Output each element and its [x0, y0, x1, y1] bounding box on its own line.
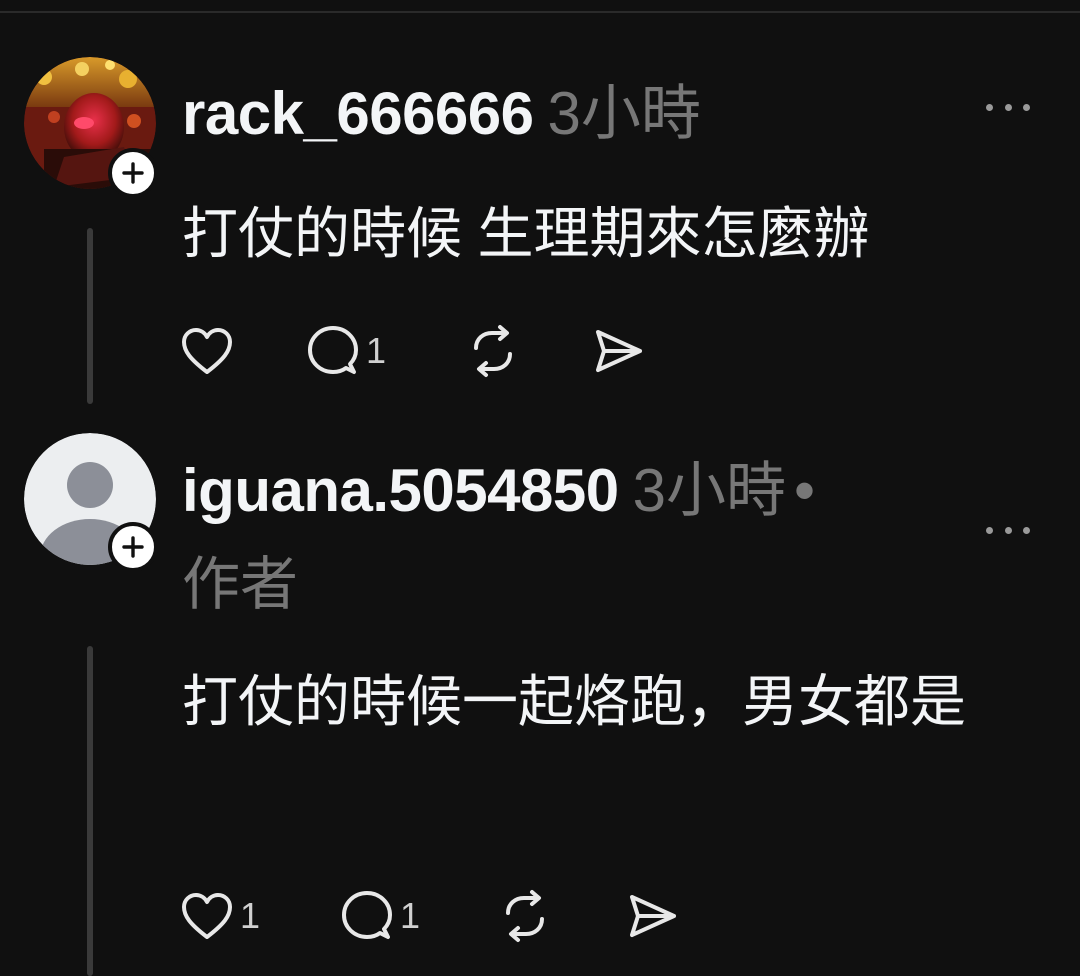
repost-icon [506, 890, 544, 942]
like-count: 1 [240, 895, 261, 936]
avatar-container[interactable] [24, 433, 158, 572]
more-options-button[interactable] [986, 520, 1030, 540]
send-icon [630, 895, 676, 937]
send-icon [596, 330, 642, 372]
share-button[interactable] [592, 323, 646, 379]
thread-line [87, 228, 93, 404]
reply-button[interactable]: 1 [340, 888, 420, 944]
share-button[interactable] [626, 888, 680, 944]
plus-icon [122, 536, 144, 558]
username[interactable]: rack_666666 [182, 80, 534, 147]
like-button[interactable]: 1 [180, 888, 260, 944]
separator-dot: • [794, 457, 816, 524]
more-dot [1004, 526, 1012, 534]
like-button[interactable] [180, 323, 240, 379]
action-bar: 1 [180, 323, 880, 379]
timestamp: 3小時 [547, 80, 701, 147]
reply-button[interactable]: 1 [306, 323, 386, 379]
timestamp: 3小時 [632, 457, 786, 524]
follow-button[interactable] [108, 148, 158, 198]
more-horizontal-icon [986, 103, 993, 111]
more-dot [1023, 103, 1030, 111]
comment-icon [342, 891, 392, 939]
more-dot [1004, 103, 1012, 111]
post-text: 打仗的時候 生理期來怎麼辦 [182, 202, 870, 265]
heart-icon [182, 893, 232, 939]
post-header: rack_666666 3小時 [182, 84, 701, 144]
plus-icon [122, 162, 144, 184]
thread-line [87, 646, 93, 976]
reply-count: 1 [400, 895, 421, 936]
post-header: iguana.5054850 3小時 • [182, 461, 815, 521]
heart-icon [182, 328, 232, 374]
top-divider [0, 11, 1080, 13]
author-tag: 作者 [182, 552, 299, 617]
action-bar: 1 1 [180, 888, 880, 944]
more-dot [1023, 526, 1030, 534]
comment-icon [308, 326, 358, 374]
more-horizontal-icon [986, 526, 993, 534]
avatar-container[interactable] [24, 57, 158, 198]
more-options-button[interactable] [986, 97, 1030, 117]
reply-count: 1 [366, 330, 387, 371]
repost-icon [474, 325, 512, 377]
follow-button[interactable] [108, 522, 158, 572]
post-text: 打仗的時候一起烙跑，男女都是 [182, 670, 966, 733]
repost-button[interactable] [498, 888, 552, 944]
repost-button[interactable] [466, 323, 520, 379]
username[interactable]: iguana.5054850 [182, 457, 619, 524]
